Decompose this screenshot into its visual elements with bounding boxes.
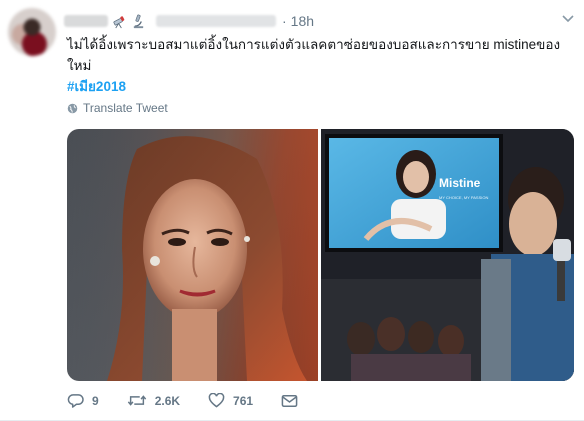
like-button[interactable]: 761 bbox=[208, 393, 253, 408]
retweet-button[interactable]: 2.6K bbox=[127, 393, 180, 408]
tweet-card[interactable]: · 18h ไม่ได้อิ้งเพราะบอสมาแต่อิ้งในการแต… bbox=[0, 0, 584, 421]
translate-label: Translate Tweet bbox=[83, 101, 168, 115]
avatar[interactable] bbox=[8, 8, 56, 56]
caret-down-icon[interactable] bbox=[562, 14, 574, 24]
display-name-redacted[interactable] bbox=[64, 15, 108, 27]
like-count: 761 bbox=[233, 393, 254, 408]
tweet-header: · 18h bbox=[64, 10, 314, 32]
like-icon bbox=[208, 393, 225, 408]
hashtag-link[interactable]: #เมีย2018 bbox=[67, 76, 126, 97]
media-grid: Mistine MY CHOICE, MY PASSION bbox=[67, 129, 574, 381]
microscope-icon bbox=[130, 13, 146, 29]
globe-icon bbox=[67, 103, 78, 113]
tweet-actions: 9 2.6K 761 bbox=[67, 393, 334, 408]
tweet-text: ไม่ได้อิ้งเพราะบอสมาแต่อิ้งในการแต่งตัวแ… bbox=[67, 37, 561, 73]
reply-icon bbox=[67, 394, 84, 408]
reply-count: 9 bbox=[92, 393, 99, 408]
retweet-count: 2.6K bbox=[154, 393, 181, 408]
direct-message-button[interactable] bbox=[281, 394, 306, 408]
retweet-icon bbox=[127, 395, 146, 406]
translate-tweet-link[interactable]: Translate Tweet bbox=[67, 101, 168, 115]
separator-dot: · bbox=[282, 13, 287, 29]
telescope-icon bbox=[111, 13, 127, 29]
reply-button[interactable]: 9 bbox=[67, 393, 99, 408]
photo-right-illustration: Mistine MY CHOICE, MY PASSION bbox=[321, 129, 574, 381]
handle-redacted[interactable] bbox=[156, 15, 276, 27]
photo-right[interactable]: Mistine MY CHOICE, MY PASSION bbox=[321, 129, 574, 381]
photo-left-illustration bbox=[67, 129, 318, 381]
timestamp[interactable]: 18h bbox=[291, 13, 314, 29]
photo-left[interactable] bbox=[67, 129, 318, 381]
billboard-tagline: MY CHOICE, MY PASSION bbox=[439, 195, 488, 200]
billboard-brand: Mistine bbox=[439, 176, 481, 190]
message-icon bbox=[281, 394, 298, 407]
